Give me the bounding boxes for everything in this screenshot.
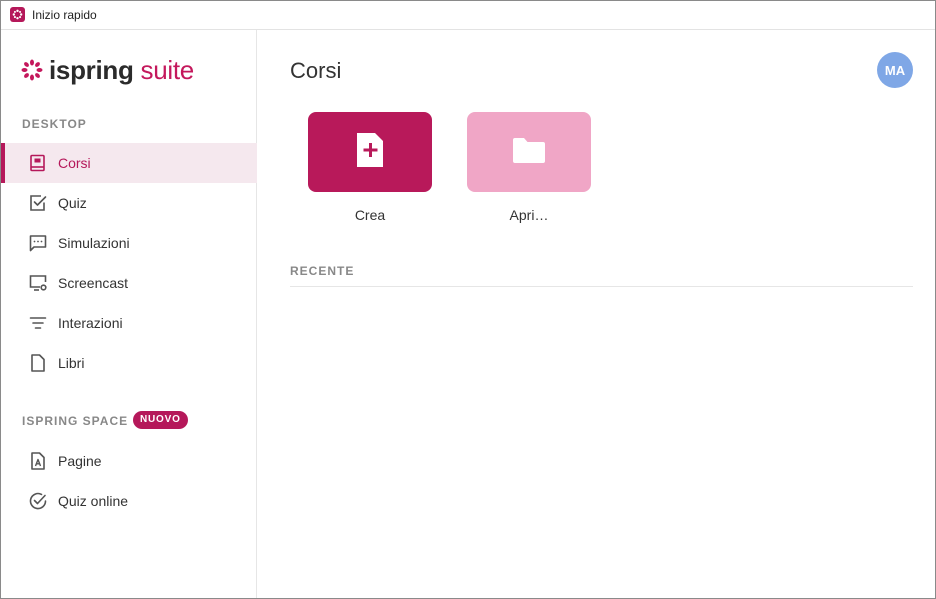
sidebar-item-libri[interactable]: Libri [1,343,257,383]
sidebar-item-simulazioni[interactable]: Simulazioni [1,223,257,263]
logo-wordmark: ispring suite [49,55,194,86]
sidebar-item-label: Interazioni [58,315,123,331]
sidebar-item-screencast[interactable]: Screencast [1,263,257,303]
ispring-space-section-label: ISPRING SPACE [22,414,129,428]
lines-icon [28,313,48,333]
desktop-section-label: DESKTOP [22,117,87,131]
sidebar-item-quiz[interactable]: Quiz [1,183,257,223]
sidebar-item-label: Screencast [58,275,129,291]
check-circle-icon [28,491,48,511]
app-window: Inizio rapido ispring suite DESKTOP Cors… [0,0,936,599]
new-badge: NUOVO [133,411,188,429]
sidebar-item-interazioni[interactable]: Interazioni [1,303,257,343]
ispring-logo-icon [21,59,43,81]
sidebar-item-corsi[interactable]: Corsi [1,143,257,183]
page-a-icon [28,451,48,471]
open-label: Apri… [509,207,549,223]
document-icon [28,353,48,373]
sidebar-item-label: Quiz online [58,493,129,509]
create-course-button[interactable] [308,112,432,192]
new-file-icon [354,131,386,174]
window-title: Inizio rapido [32,8,97,22]
sidebar-item-pagine[interactable]: Pagine [1,441,257,481]
create-label: Crea [354,207,386,223]
sidebar-item-label: Libri [58,355,85,371]
sidebar: ispring suite DESKTOP Corsi Quiz Simulaz… [1,30,257,598]
sidebar-item-quiz-online[interactable]: Quiz online [1,481,257,521]
recent-section-label: RECENTE [290,264,355,278]
ispring-suite-logo: ispring suite [21,55,194,85]
sidebar-item-label: Pagine [58,453,102,469]
sidebar-item-label: Simulazioni [58,235,130,251]
book-icon [28,153,48,173]
checkbox-icon [28,193,48,213]
user-avatar[interactable]: MA [877,52,913,88]
logo-ispring-text: ispring [49,54,134,85]
sidebar-item-label: Corsi [58,155,91,171]
recent-divider [290,286,913,287]
chat-bubble-icon [28,233,48,253]
sidebar-item-label: Quiz [58,195,87,211]
monitor-record-icon [28,273,48,293]
ispring-app-icon [10,7,25,22]
page-title: Corsi [290,58,342,83]
open-course-button[interactable] [467,112,591,192]
title-bar: Inizio rapido [1,1,935,30]
folder-icon [511,135,547,170]
logo-suite-text: suite [140,54,195,85]
